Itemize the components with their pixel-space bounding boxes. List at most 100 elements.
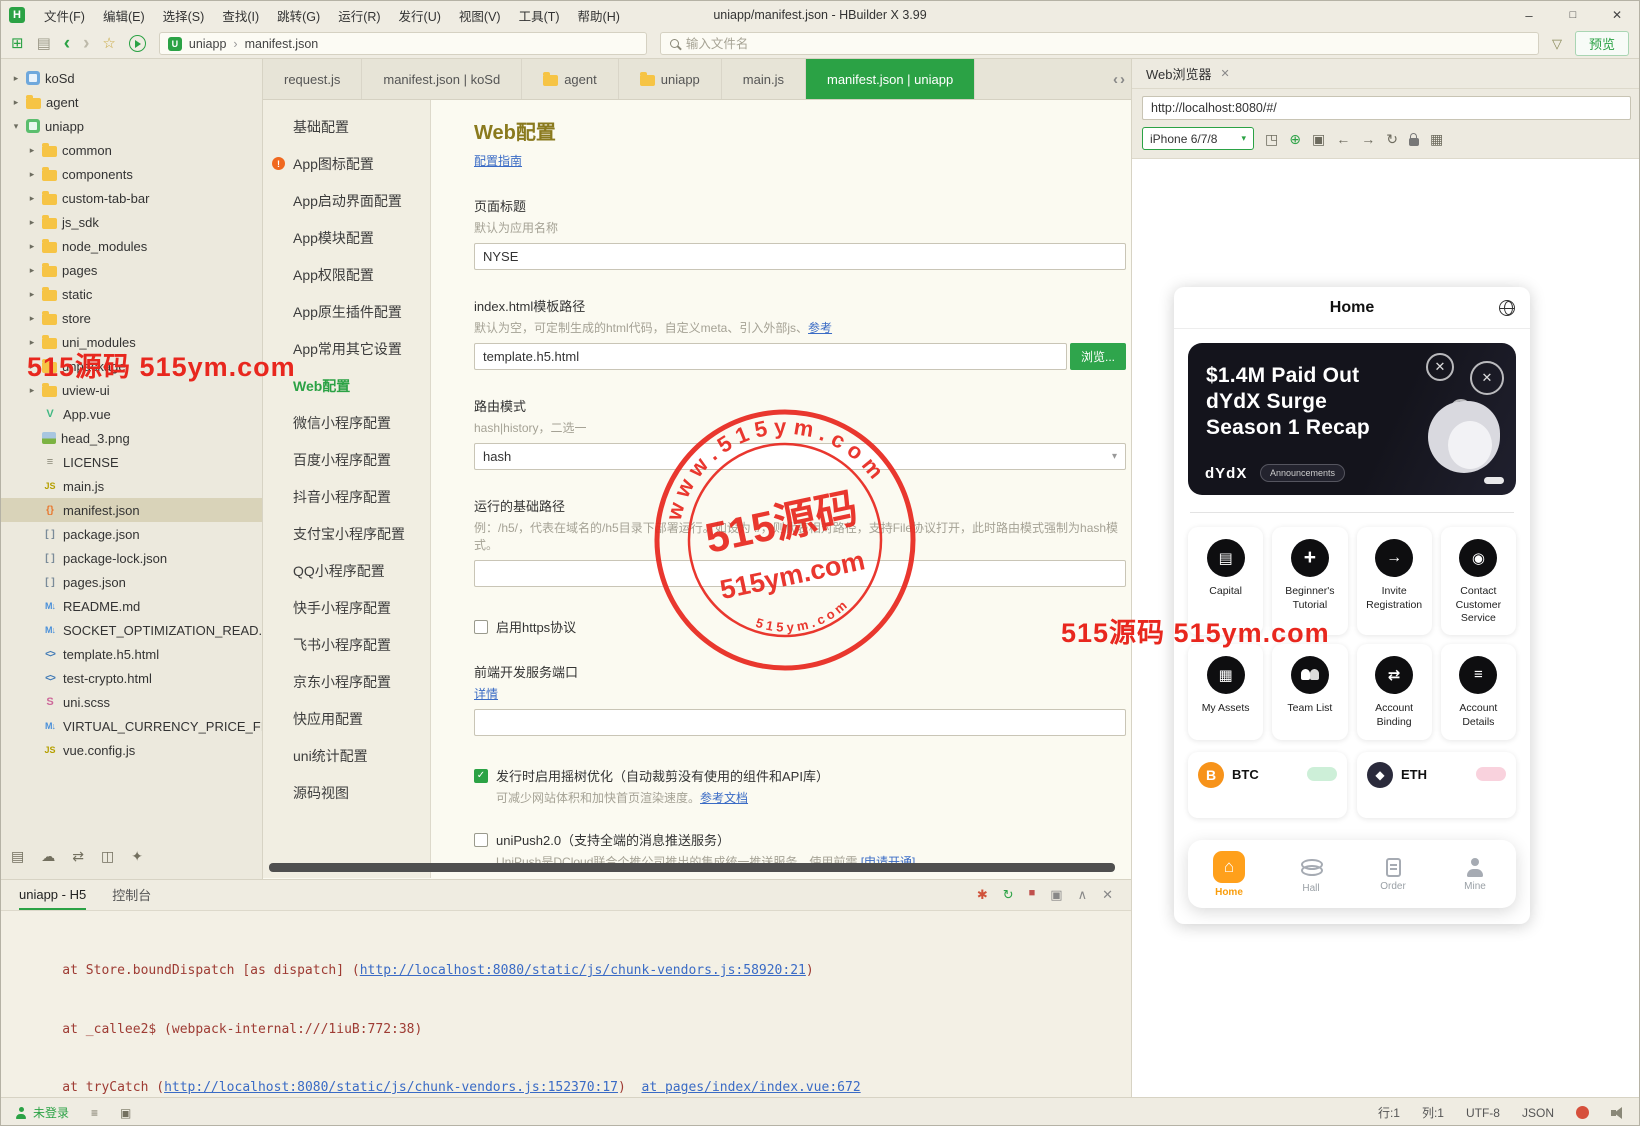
menu-view[interactable]: 视图(V) [450, 2, 510, 29]
tree-item-uniapp[interactable]: uniapp [1, 114, 262, 138]
market-card-btc[interactable]: BTC [1188, 751, 1347, 818]
tab-hall[interactable]: Hall [1282, 855, 1340, 894]
reference-link[interactable]: 参考 [808, 321, 832, 335]
window-icon[interactable]: ◫ [101, 848, 114, 865]
back-arrow-icon[interactable] [1336, 132, 1350, 146]
breadcrumb-file[interactable]: manifest.json [245, 37, 319, 51]
tab-agent[interactable]: agent [522, 59, 619, 99]
grid-item-capital[interactable]: ▤ Capital [1188, 527, 1264, 635]
menu-run[interactable]: 运行(R) [329, 2, 389, 29]
screenshot-icon[interactable] [1050, 887, 1062, 903]
grid-item-account-details[interactable]: ≡ Account Details [1440, 643, 1516, 740]
open-external-icon[interactable] [1265, 132, 1278, 146]
tree-item-uni_modules[interactable]: uni_modules [1, 330, 262, 354]
tree-item-pages-json[interactable]: pages.json [1, 570, 262, 594]
tree-item-template-h5-html[interactable]: template.h5.html [1, 642, 262, 666]
maximize-button[interactable] [1551, 1, 1595, 29]
nav-unistat-config[interactable]: uni统计配置 [263, 737, 430, 774]
filter-icon[interactable] [1552, 37, 1562, 50]
breadcrumb-project[interactable]: uniapp [189, 37, 227, 51]
treeshake-checkbox[interactable] [474, 768, 488, 783]
sync-icon[interactable]: ⇄ [72, 848, 84, 865]
menu-file[interactable]: 文件(F) [35, 2, 94, 29]
breadcrumb[interactable]: U uniapp manifest.json [158, 32, 647, 55]
notification-icon[interactable] [1576, 1106, 1589, 1119]
tree-item-agent[interactable]: agent [1, 90, 262, 114]
nav-app-icon-config[interactable]: App图标配置 [263, 145, 430, 182]
tab-order[interactable]: Order [1364, 856, 1422, 892]
stack-link[interactable]: http://localhost:8080/static/js/chunk-ve… [164, 1080, 618, 1095]
encoding[interactable]: UTF-8 [1466, 1106, 1500, 1120]
back-arrow-icon[interactable] [64, 34, 70, 53]
nav-feishu-config[interactable]: 飞书小程序配置 [263, 626, 430, 663]
scroll-left-icon[interactable] [1113, 71, 1118, 88]
tree-item-vue-config-js[interactable]: vue.config.js [1, 738, 262, 762]
tab-uniapp-h5[interactable]: uniapp - H5 [19, 880, 87, 910]
grid-item-contact-customer-service[interactable]: ◉ Contact Customer Service [1440, 527, 1516, 635]
base-path-input[interactable] [474, 560, 1126, 587]
qr-code-icon[interactable] [1430, 132, 1443, 146]
horizontal-scrollbar[interactable] [269, 863, 1115, 872]
cloud-icon[interactable]: ☁ [41, 848, 55, 865]
https-checkbox[interactable] [474, 619, 488, 634]
reference-doc-link[interactable]: 参考文档 [700, 791, 748, 805]
menu-tools[interactable]: 工具(T) [510, 2, 569, 29]
tree-item-components[interactable]: components [1, 162, 262, 186]
terminal-icon[interactable] [120, 1106, 131, 1120]
tab-console[interactable]: 控制台 [112, 880, 151, 910]
nav-baidu-config[interactable]: 百度小程序配置 [263, 441, 430, 478]
clear-icon[interactable] [1102, 887, 1113, 903]
scroll-right-icon[interactable] [1120, 71, 1125, 88]
nav-alipay-config[interactable]: 支付宝小程序配置 [263, 515, 430, 552]
preview-button[interactable]: 预览 [1574, 31, 1629, 56]
plugin-icon[interactable]: ✦ [131, 848, 143, 865]
tree-item-readme-md[interactable]: README.md [1, 594, 262, 618]
tree-item-common[interactable]: common [1, 138, 262, 162]
nav-weixin-config[interactable]: 微信小程序配置 [263, 404, 430, 441]
nav-qq-config[interactable]: QQ小程序配置 [263, 552, 430, 589]
config-guide-link[interactable]: 配置指南 [474, 152, 522, 169]
nav-quickapp-config[interactable]: 快应用配置 [263, 700, 430, 737]
tree-item-node_modules[interactable]: node_modules [1, 234, 262, 258]
restart-icon[interactable] [1003, 887, 1014, 903]
collapse-icon[interactable] [1078, 887, 1088, 903]
tree-item-uview-ui[interactable]: uview-ui [1, 378, 262, 402]
tab-mine[interactable]: Mine [1446, 856, 1504, 892]
files-icon[interactable]: ▤ [11, 848, 24, 865]
grid-item-my-assets[interactable]: ▦ My Assets [1188, 643, 1264, 740]
nav-splash-config[interactable]: App启动界面配置 [263, 182, 430, 219]
nav-source-view[interactable]: 源码视图 [263, 774, 430, 811]
device-select[interactable]: iPhone 6/7/8 ▾ [1142, 127, 1254, 150]
nav-native-plugin-config[interactable]: App原生插件配置 [263, 293, 430, 330]
nav-basic-config[interactable]: 基础配置 [263, 108, 430, 145]
login-status[interactable]: 未登录 [15, 1104, 69, 1121]
announcement-icon[interactable] [1611, 1106, 1625, 1119]
nav-app-other-config[interactable]: App常用其它设置 [263, 330, 430, 367]
screenshot-icon[interactable] [1312, 132, 1325, 146]
cursor-col[interactable]: 列:1 [1422, 1104, 1444, 1121]
close-icon[interactable] [1221, 67, 1230, 80]
page-title-input[interactable] [474, 243, 1126, 270]
details-link[interactable]: 详情 [474, 687, 498, 701]
lock-icon[interactable] [1408, 132, 1419, 146]
nav-web-config[interactable]: Web配置 [263, 367, 430, 404]
router-mode-select[interactable]: hash ▾ [474, 443, 1126, 470]
dev-port-input[interactable] [474, 709, 1126, 736]
tree-item-custom-tab-bar[interactable]: custom-tab-bar [1, 186, 262, 210]
menu-goto[interactable]: 跳转(G) [268, 2, 329, 29]
cursor-line[interactable]: 行:1 [1378, 1104, 1400, 1121]
tab-home[interactable]: Home [1200, 850, 1258, 898]
nav-module-config[interactable]: App模块配置 [263, 219, 430, 256]
menu-publish[interactable]: 发行(U) [390, 2, 450, 29]
menu-select[interactable]: 选择(S) [154, 2, 214, 29]
tree-item-socket-optimization[interactable]: SOCKET_OPTIMIZATION_READ... [1, 618, 262, 642]
tree-item-virtual-currency[interactable]: VIRTUAL_CURRENCY_PRICE_FIX... [1, 714, 262, 738]
template-path-input[interactable] [474, 343, 1067, 370]
browse-button[interactable]: 浏览... [1070, 343, 1126, 370]
debug-icon[interactable] [977, 887, 988, 903]
close-button[interactable] [1595, 1, 1639, 29]
tree-item-koSd[interactable]: koSd [1, 66, 262, 90]
grid-item-account-binding[interactable]: ⇄ Account Binding [1356, 643, 1432, 740]
nav-kuaishou-config[interactable]: 快手小程序配置 [263, 589, 430, 626]
tree-item-package-lock-json[interactable]: package-lock.json [1, 546, 262, 570]
